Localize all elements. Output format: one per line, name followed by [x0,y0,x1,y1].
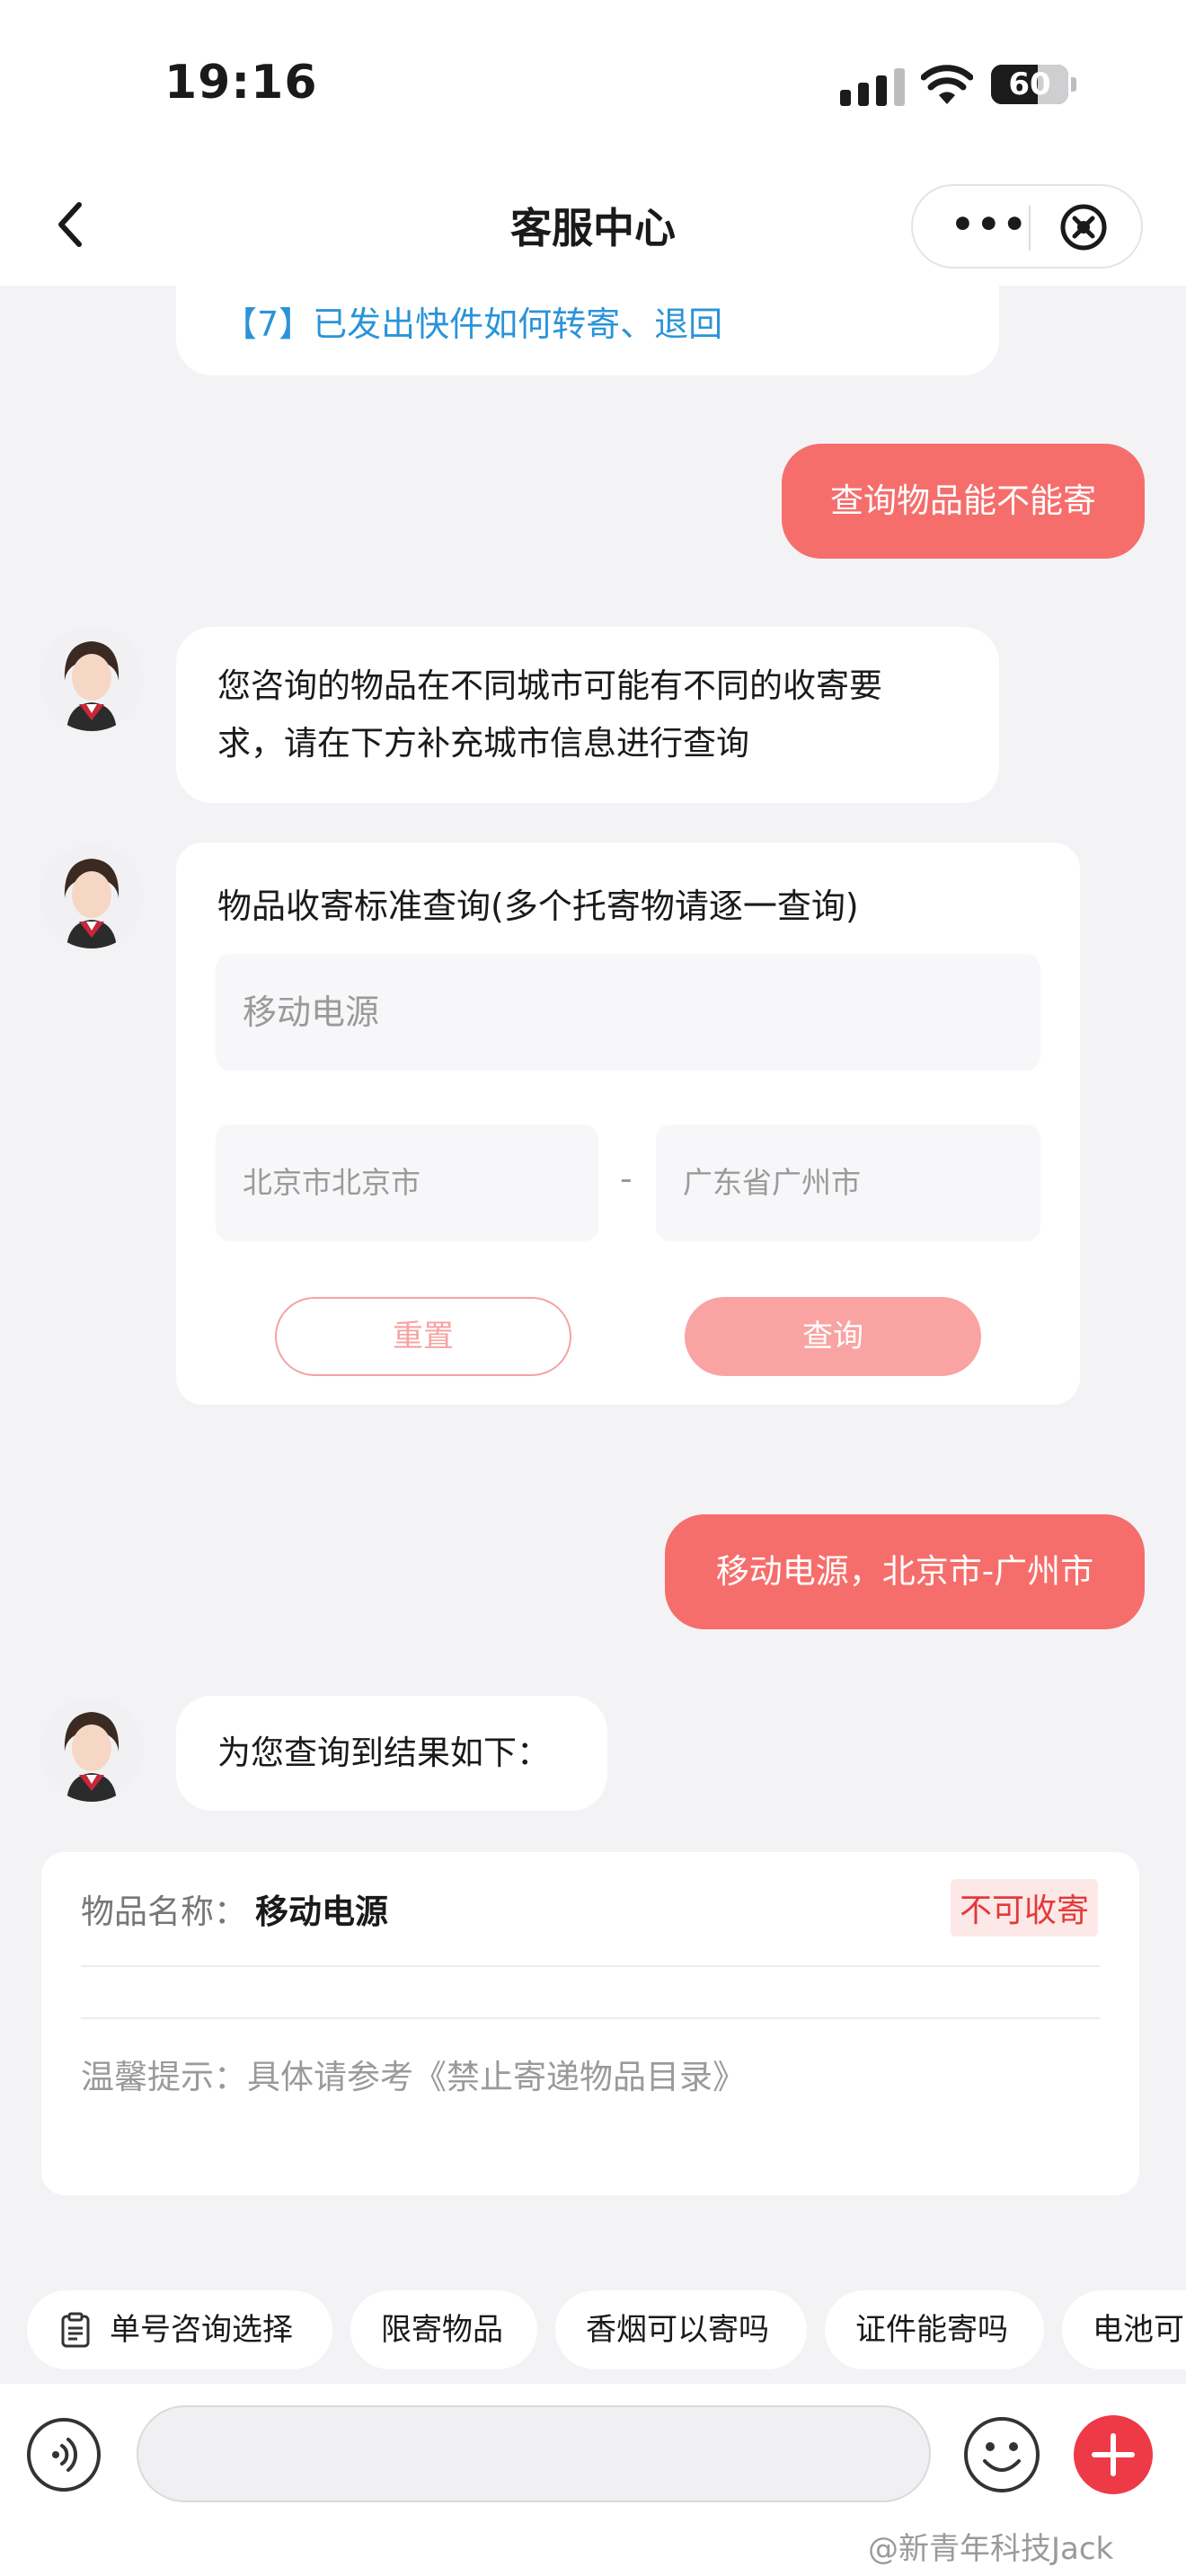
message-input[interactable] [137,2405,931,2502]
mini-program-capsule: ••• [911,184,1143,269]
divider [81,1965,1100,1967]
user-message-text: 查询物品能不能寄 [830,481,1096,520]
voice-input-icon[interactable] [25,2416,102,2493]
chip-label: 香烟可以寄吗 [586,2312,769,2348]
to-city-placeholder: 广东省广州市 [683,1165,861,1200]
query-button[interactable]: 查询 [685,1297,981,1376]
chip-label: 证件能寄吗 [855,2312,1008,2348]
emoji-icon[interactable] [961,2414,1042,2495]
user-message: 移动电源，北京市-广州市 [665,1514,1145,1629]
result-card: 物品名称： 移动电源 不可收寄 温馨提示：具体请参考《禁止寄递物品目录》 [41,1852,1139,2195]
nav-bar: 客服中心 ••• [0,171,1186,286]
chip-cigarettes[interactable]: 香烟可以寄吗 [555,2290,807,2369]
chip-label: 电池可 [1093,2312,1184,2348]
from-city-select[interactable]: 北京市北京市 [216,1125,598,1241]
item-name-input[interactable]: 移动电源 [216,954,1040,1071]
bot-message: 为您查询到结果如下： [176,1696,607,1811]
faq-card: 【7】已发出快件如何转寄、退回 [176,284,999,375]
close-circle-icon[interactable] [1058,202,1109,252]
city-separator: - [620,1159,633,1198]
divider [81,2017,1100,2019]
form-title: 物品收寄标准查询(多个托寄物请逐一查询) [217,887,859,926]
battery-tip [1071,77,1076,92]
item-name-value: 移动电源 [255,1892,388,1931]
chip-tracking-consult[interactable]: 单号咨询选择 [27,2290,332,2369]
chip-label: 限寄物品 [381,2312,503,2348]
capsule-divider [1029,206,1031,251]
more-icon[interactable]: ••• [951,206,1029,243]
agent-avatar [40,844,144,948]
chip-documents[interactable]: 证件能寄吗 [825,2290,1044,2369]
chip-battery[interactable]: 电池可 [1062,2290,1186,2369]
tip-text[interactable]: 温馨提示：具体请参考《禁止寄递物品目录》 [81,2050,746,2098]
to-city-select[interactable]: 广东省广州市 [656,1125,1040,1241]
bot-message-line: 您咨询的物品在不同城市可能有不同的收寄要 [217,666,882,705]
chip-label: 单号咨询选择 [110,2312,293,2348]
add-plus-icon[interactable] [1073,2414,1154,2495]
agent-avatar [40,1698,144,1802]
quick-reply-bar: 单号咨询选择 限寄物品 香烟可以寄吗 证件能寄吗 电池可 [0,2289,1186,2375]
bot-message: 您咨询的物品在不同城市可能有不同的收寄要 求，请在下方补充城市信息进行查询 [176,627,999,803]
chip-restricted-items[interactable]: 限寄物品 [350,2290,537,2369]
battery-icon: 60 [991,65,1068,104]
status-time: 19:16 [164,56,318,110]
bot-message-line: 求，请在下方补充城市信息进行查询 [217,724,749,763]
faq-link-7[interactable]: 【7】已发出快件如何转寄、退回 [223,296,722,346]
query-form-card: 物品收寄标准查询(多个托寄物请逐一查询) 移动电源 北京市北京市 - 广东省广州… [176,842,1080,1405]
agent-avatar [40,627,144,731]
user-message: 查询物品能不能寄 [782,444,1145,559]
watermark: @新青年科技Jack [868,2531,1114,2567]
status-bar: 19:16 60 [0,0,1186,171]
clipboard-icon [61,2312,90,2348]
user-message-text: 移动电源，北京市-广州市 [715,1552,1094,1591]
cellular-signal-icon [840,68,905,106]
from-city-placeholder: 北京市北京市 [243,1165,420,1200]
item-name-label: 物品名称： [81,1892,247,1931]
battery-level: 60 [1008,66,1051,102]
item-name-placeholder: 移动电源 [243,992,380,1032]
reset-button[interactable]: 重置 [275,1297,571,1376]
wifi-icon [921,65,973,104]
bot-message-text: 为您查询到结果如下： [217,1734,550,1772]
status-badge: 不可收寄 [950,1879,1098,1936]
